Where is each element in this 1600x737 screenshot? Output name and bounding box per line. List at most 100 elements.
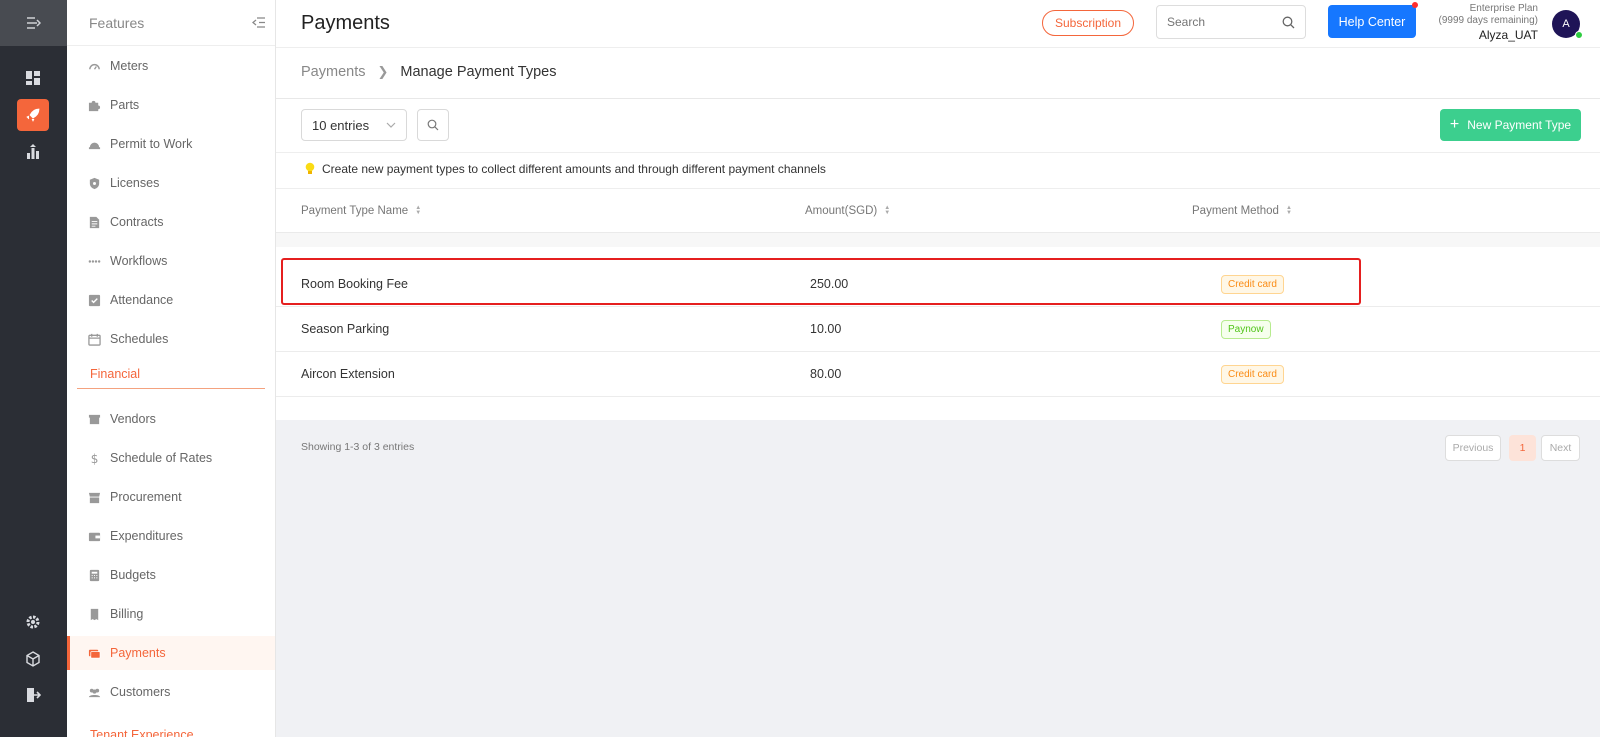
previous-page-button[interactable]: Previous bbox=[1445, 435, 1501, 461]
sort-icon: ▲ ▼ bbox=[415, 205, 422, 216]
cell-name: Room Booking Fee bbox=[301, 277, 409, 291]
table-row[interactable]: Room Booking Fee 250.00 Credit card bbox=[276, 262, 1600, 307]
table-row[interactable]: Aircon Extension 80.00 Credit card bbox=[276, 352, 1600, 397]
entries-select[interactable]: 10 entries bbox=[301, 109, 407, 141]
expand-menu-icon bbox=[26, 17, 41, 29]
new-payment-type-label: New Payment Type bbox=[1467, 118, 1572, 132]
feature-item-label: Schedule of Rates bbox=[110, 451, 213, 465]
search-field[interactable] bbox=[1156, 5, 1306, 39]
feature-item-schedule-of-rates[interactable]: $ Schedule of Rates bbox=[67, 441, 275, 475]
feature-item-budgets[interactable]: Budgets bbox=[67, 558, 275, 592]
logout-button[interactable] bbox=[17, 679, 49, 711]
feature-item-workflows[interactable]: Workflows bbox=[67, 244, 275, 278]
next-page-button[interactable]: Next bbox=[1541, 435, 1580, 461]
sort-icon: ▲ ▼ bbox=[1285, 205, 1292, 216]
feature-item-label: Schedules bbox=[110, 332, 169, 346]
feature-item-contracts[interactable]: Contracts bbox=[67, 205, 275, 239]
feature-item-label: Attendance bbox=[110, 293, 174, 307]
wallet-icon bbox=[87, 529, 101, 543]
dots-icon bbox=[87, 254, 101, 268]
chevron-down-icon bbox=[386, 122, 396, 128]
features-panel: Features Meters Parts Permit to Work Lic… bbox=[67, 0, 276, 737]
analytics-button[interactable] bbox=[17, 136, 49, 168]
feature-item-procurement[interactable]: Procurement bbox=[67, 480, 275, 514]
modules-button[interactable] bbox=[17, 643, 49, 675]
feature-item-customers[interactable]: Customers bbox=[67, 675, 275, 709]
document-icon bbox=[87, 215, 101, 229]
search-input[interactable] bbox=[1167, 15, 1277, 29]
feature-item-label: Contracts bbox=[110, 215, 164, 229]
hard-hat-icon bbox=[87, 137, 101, 151]
feature-item-label: Budgets bbox=[110, 568, 156, 582]
dollar-icon: $ bbox=[87, 451, 101, 465]
svg-text:$: $ bbox=[90, 452, 98, 465]
money-icon bbox=[87, 646, 101, 660]
expand-menu-button[interactable] bbox=[0, 0, 67, 46]
gauge-icon bbox=[87, 59, 101, 73]
analytics-icon bbox=[27, 144, 39, 159]
divider bbox=[276, 98, 1600, 99]
page-1-button[interactable]: 1 bbox=[1509, 435, 1536, 461]
calendar-icon bbox=[87, 332, 101, 346]
hint-text: Create new payment types to collect diff… bbox=[322, 162, 826, 176]
column-header-label: Amount(SGD) bbox=[805, 205, 878, 217]
rocket-icon bbox=[26, 108, 40, 122]
divider bbox=[276, 188, 1600, 189]
feature-item-payments[interactable]: Payments bbox=[67, 636, 275, 670]
plan-info: Enterprise Plan (9999 days remaining) Al… bbox=[1439, 3, 1539, 41]
column-header-method[interactable]: Payment Method ▲ ▼ bbox=[1192, 205, 1292, 217]
feature-item-licenses[interactable]: Licenses bbox=[67, 166, 275, 200]
feature-item-label: Parts bbox=[110, 98, 140, 112]
column-header-name[interactable]: Payment Type Name ▲ ▼ bbox=[301, 205, 421, 217]
feature-item-billing[interactable]: Billing bbox=[67, 597, 275, 631]
icon-rail bbox=[0, 0, 67, 737]
feature-item-meters[interactable]: Meters bbox=[67, 49, 275, 83]
feature-item-parts[interactable]: Parts bbox=[67, 88, 275, 122]
table-spacer bbox=[276, 233, 1600, 247]
plus-icon: + bbox=[1449, 116, 1460, 133]
new-payment-type-button[interactable]: + New Payment Type bbox=[1440, 109, 1581, 141]
column-header-amount[interactable]: Amount(SGD) ▲ ▼ bbox=[805, 205, 890, 217]
section-tenant-experience: Tenant Experience bbox=[90, 728, 194, 737]
shop-icon bbox=[87, 490, 101, 504]
breadcrumb-current: Manage Payment Types bbox=[400, 64, 557, 80]
users-icon bbox=[87, 685, 101, 699]
feature-item-expenditures[interactable]: Expenditures bbox=[67, 519, 275, 553]
dashboard-button[interactable] bbox=[17, 62, 49, 94]
logout-icon bbox=[27, 688, 41, 702]
breadcrumb-root[interactable]: Payments bbox=[301, 64, 365, 80]
feature-item-attendance[interactable]: Attendance bbox=[67, 283, 275, 317]
feature-item-label: Workflows bbox=[110, 254, 168, 268]
collapse-panel-icon[interactable] bbox=[252, 17, 265, 28]
chevron-right-icon: ❯ bbox=[377, 64, 389, 79]
settings-button[interactable] bbox=[17, 606, 49, 638]
cell-amount: 250.00 bbox=[810, 277, 849, 291]
feature-item-label: Permit to Work bbox=[110, 137, 193, 151]
checkbox-icon bbox=[87, 293, 101, 307]
entries-summary: Showing 1-3 of 3 entries bbox=[301, 441, 415, 453]
table-search-button[interactable] bbox=[417, 109, 449, 141]
subscription-button[interactable]: Subscription bbox=[1042, 10, 1134, 36]
cube-icon bbox=[26, 651, 40, 667]
store-icon bbox=[87, 412, 101, 426]
puzzle-icon bbox=[87, 98, 101, 112]
feature-item-vendors[interactable]: Vendors bbox=[67, 402, 275, 436]
features-button[interactable] bbox=[17, 99, 49, 131]
plan-name: Enterprise Plan bbox=[1469, 3, 1538, 14]
page-title: Payments bbox=[301, 12, 390, 34]
feature-item-label: Payments bbox=[110, 646, 166, 660]
dashboard-icon bbox=[26, 71, 40, 85]
search-icon[interactable] bbox=[1282, 16, 1295, 29]
help-center-button[interactable]: Help Center bbox=[1328, 5, 1416, 38]
payment-method-badge: Credit card bbox=[1221, 275, 1284, 294]
hint-message: Create new payment types to collect diff… bbox=[305, 162, 826, 176]
table-row[interactable]: Season Parking 10.00 Paynow bbox=[276, 307, 1600, 352]
cell-name: Aircon Extension bbox=[301, 367, 395, 381]
calculator-icon bbox=[87, 568, 101, 582]
feature-item-label: Billing bbox=[110, 607, 144, 621]
entries-value: 10 entries bbox=[312, 117, 370, 133]
shield-icon bbox=[87, 176, 101, 190]
feature-item-schedules[interactable]: Schedules bbox=[67, 322, 275, 356]
feature-item-permit-to-work[interactable]: Permit to Work bbox=[67, 127, 275, 161]
receipt-icon bbox=[87, 607, 101, 621]
